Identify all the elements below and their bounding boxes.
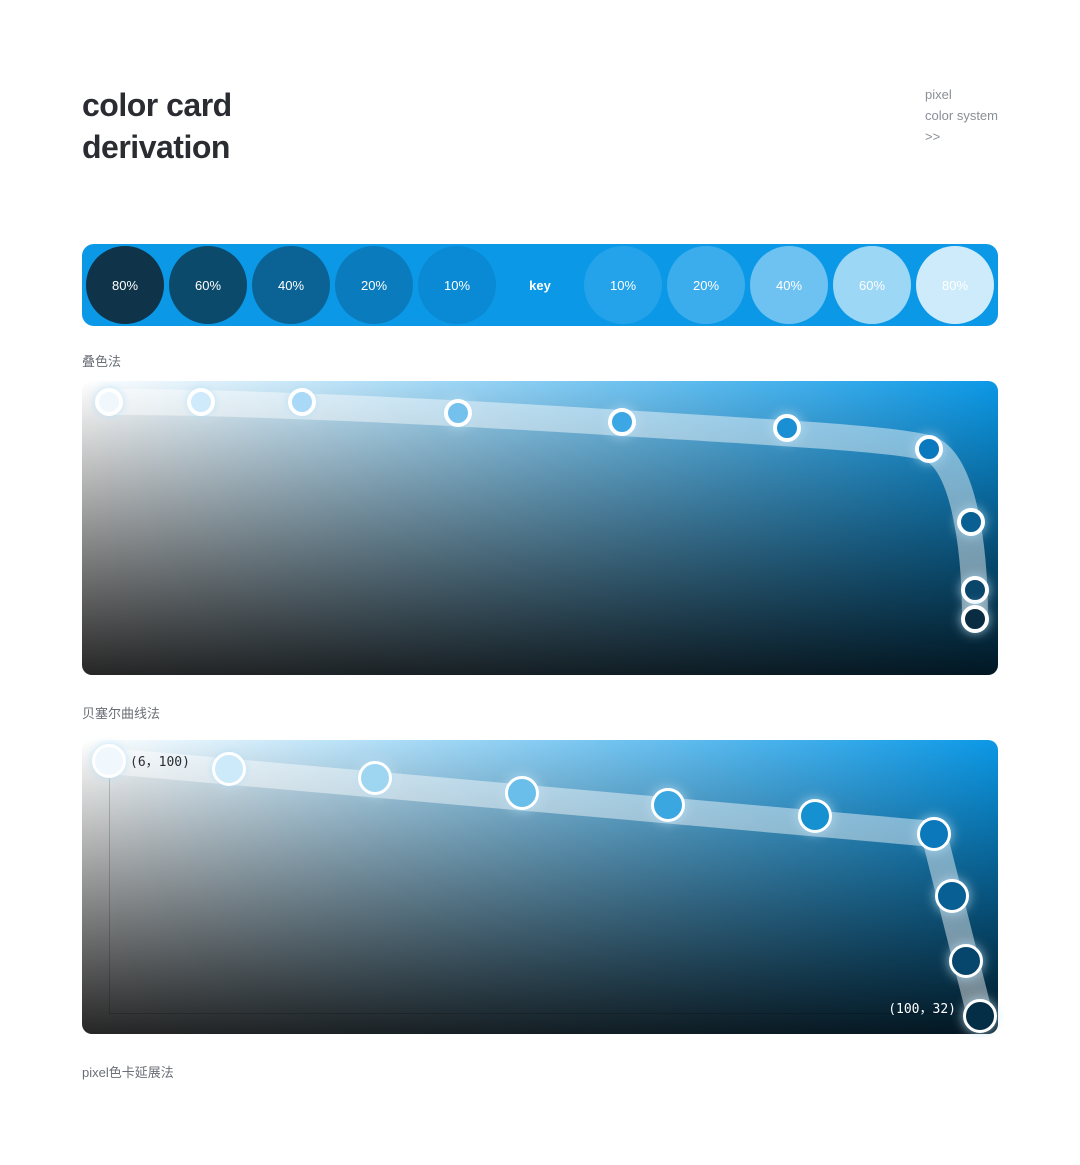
- color-node: [961, 605, 989, 633]
- swatch-0: 80%: [86, 246, 164, 324]
- swatch-10: 80%: [916, 246, 994, 324]
- overlay-method-label: 叠色法: [82, 351, 121, 370]
- bezier-method-label: 贝塞尔曲线法: [82, 703, 160, 722]
- meta-line-3: >>: [925, 127, 998, 148]
- overlay-swatch-bar: 80%60%40%20%10%key10%20%40%60%80%: [82, 244, 998, 326]
- title-line-2: derivation: [82, 127, 232, 169]
- start-coordinate: (6，100): [130, 751, 190, 770]
- pixel-extend-method-label: pixel色卡延展法: [82, 1062, 174, 1081]
- color-node: [773, 414, 801, 442]
- color-node: [935, 879, 969, 913]
- pixel-extend-panel: (6，100) (100，32): [82, 740, 998, 1034]
- swatch-7: 20%: [667, 246, 745, 324]
- title-line-1: color card: [82, 85, 232, 127]
- color-node: [505, 776, 539, 810]
- color-node: [92, 744, 126, 778]
- swatch-4: 10%: [418, 246, 496, 324]
- bezier-panel: [82, 381, 998, 675]
- swatch-1: 60%: [169, 246, 247, 324]
- axis-vertical: [109, 760, 110, 1014]
- swatch-2: 40%: [252, 246, 330, 324]
- meta-line-2: color system: [925, 106, 998, 127]
- color-node: [288, 388, 316, 416]
- swatch-8: 40%: [750, 246, 828, 324]
- color-node: [798, 799, 832, 833]
- meta-block: pixel color system >>: [925, 85, 998, 147]
- color-node: [963, 999, 997, 1033]
- end-coordinate: (100，32): [888, 998, 956, 1017]
- color-node: [358, 761, 392, 795]
- color-node: [651, 788, 685, 822]
- color-node: [608, 408, 636, 436]
- color-node: [95, 388, 123, 416]
- color-node: [187, 388, 215, 416]
- swatch-3: 20%: [335, 246, 413, 324]
- color-node: [444, 399, 472, 427]
- color-node: [915, 435, 943, 463]
- color-node: [212, 752, 246, 786]
- swatch-9: 60%: [833, 246, 911, 324]
- color-node: [917, 817, 951, 851]
- page-title: color card derivation: [82, 85, 232, 168]
- meta-line-1: pixel: [925, 85, 998, 106]
- color-node: [957, 508, 985, 536]
- color-node: [949, 944, 983, 978]
- axis-horizontal: [109, 1013, 984, 1014]
- swatch-key: key: [501, 246, 579, 324]
- color-node: [961, 576, 989, 604]
- swatch-6: 10%: [584, 246, 662, 324]
